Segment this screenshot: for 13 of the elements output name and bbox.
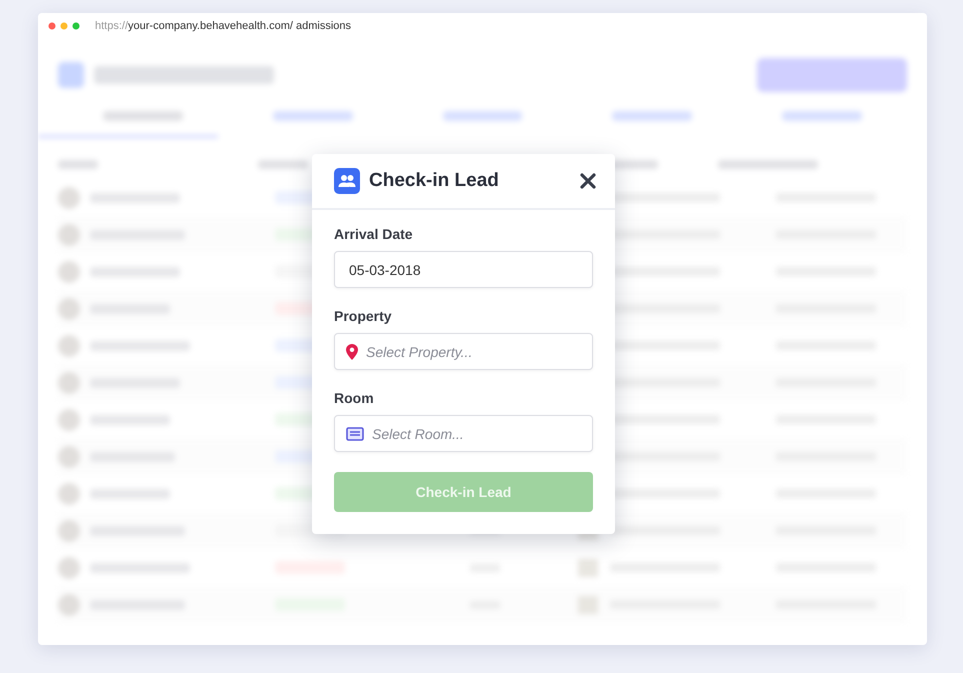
- room-icon: [346, 426, 364, 440]
- window-controls-icon[interactable]: [48, 22, 82, 30]
- people-icon: [334, 168, 360, 194]
- address-bar-url[interactable]: https://your-company.behavehealth.com/ admissions: [95, 20, 351, 32]
- close-icon[interactable]: [579, 172, 597, 190]
- dialog-title: Check-in Lead: [369, 170, 500, 192]
- field-label: Room: [334, 390, 375, 406]
- property-select[interactable]: Select Property...: [334, 333, 593, 370]
- date-field[interactable]: 05-03-2018: [334, 251, 593, 288]
- field-label: Property: [334, 308, 393, 324]
- map-pin-icon: [346, 344, 358, 360]
- room-select[interactable]: Select Room...: [334, 415, 593, 452]
- field-label: Arrival Date: [334, 226, 414, 242]
